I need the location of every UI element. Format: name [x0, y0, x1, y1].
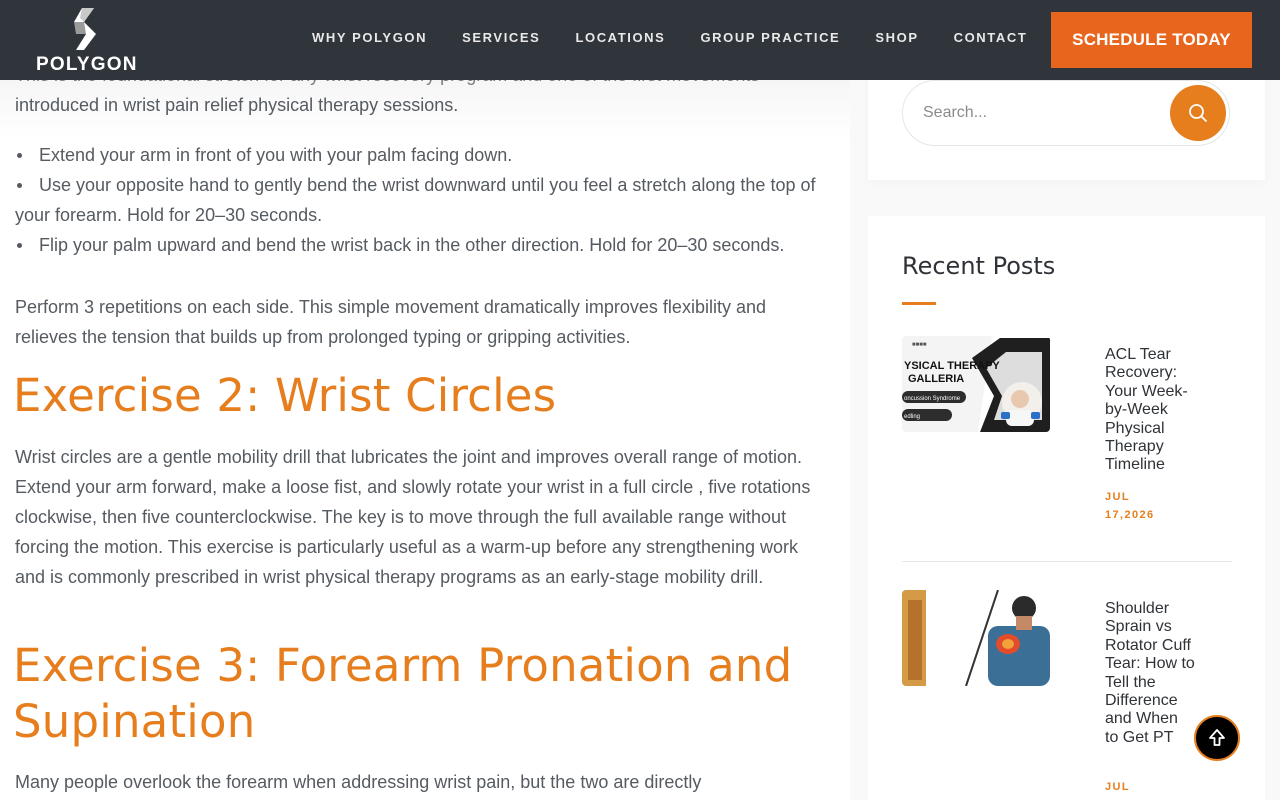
post-date: JUL 17,2026	[1105, 491, 1155, 521]
exercise-2-heading: Exercise 2: Wrist Circles	[13, 369, 557, 422]
logo-text: POLYGON	[36, 54, 138, 75]
nav-services[interactable]: SERVICES	[462, 30, 540, 45]
search-input[interactable]	[923, 99, 1153, 127]
nav-why-polygon[interactable]: WHY POLYGON	[312, 30, 427, 45]
search-icon	[1189, 104, 1207, 122]
post-date: JUL	[1105, 781, 1130, 793]
nav-shop[interactable]: SHOP	[875, 30, 918, 45]
polygon-logo[interactable]: POLYGON	[36, 8, 138, 75]
post-thumbnail[interactable]	[902, 590, 1050, 686]
arrow-up-icon	[1209, 729, 1225, 746]
exercise-3-paragraph: Many people overlook the forearm when ad…	[15, 772, 702, 792]
article-content: This is the foundational stretch for any…	[0, 0, 850, 800]
back-to-top-button[interactable]	[1194, 715, 1240, 761]
schedule-today-button[interactable]: SCHEDULE TODAY	[1051, 12, 1252, 68]
search-button[interactable]	[1170, 85, 1226, 141]
list-item: Flip your palm upward and bend the wrist…	[15, 230, 825, 260]
post-title-link[interactable]: ACL Tear Recovery: Your Week-by-Week Phy…	[1105, 346, 1195, 475]
thumb-text: edling	[904, 414, 920, 420]
sidebar: Recent Posts YSICAL THERAPY	[850, 0, 1280, 800]
polygon-logo-icon	[74, 8, 96, 50]
exercise-3-heading: Exercise 3: Forearm Pronation and Supina…	[13, 639, 793, 748]
thumb-text: oncussion Syndrome	[904, 396, 961, 402]
thumb-text: GALLERIA	[908, 373, 964, 385]
nav-group-practice[interactable]: GROUP PRACTICE	[700, 30, 840, 45]
post-divider	[902, 561, 1232, 562]
post-title-link[interactable]: Shoulder Sprain vs Rotator Cuff Tear: Ho…	[1105, 600, 1195, 747]
nav-contact[interactable]: CONTACT	[954, 30, 1028, 45]
nav-locations[interactable]: LOCATIONS	[575, 30, 665, 45]
title-underline	[902, 302, 936, 305]
main-nav: WHY POLYGON SERVICES LOCATIONS GROUP PRA…	[312, 30, 1062, 45]
intro-line: introduced in wrist pain relief physical…	[15, 95, 459, 115]
stretch-steps-list: Extend your arm in front of you with you…	[15, 140, 825, 260]
recent-posts-widget: Recent Posts YSICAL THERAPY GALLERIA onc…	[868, 216, 1265, 800]
list-item: Extend your arm in front of you with you…	[15, 140, 825, 170]
perform-paragraph: Perform 3 repetitions on each side. This…	[15, 297, 766, 347]
post-thumbnail[interactable]: YSICAL THERAPY GALLERIA oncussion Syndro…	[902, 336, 1050, 432]
thumb-text: YSICAL THERAPY	[904, 360, 1000, 372]
recent-posts-title: Recent Posts	[902, 252, 1056, 280]
svg-text:■■■■: ■■■■	[912, 342, 927, 348]
site-header: POLYGON WHY POLYGON SERVICES LOCATIONS G…	[0, 0, 1280, 80]
search-box	[902, 80, 1230, 146]
exercise-2-paragraph: Wrist circles are a gentle mobility dril…	[15, 447, 811, 587]
list-item: Use your opposite hand to gently bend th…	[15, 170, 825, 230]
